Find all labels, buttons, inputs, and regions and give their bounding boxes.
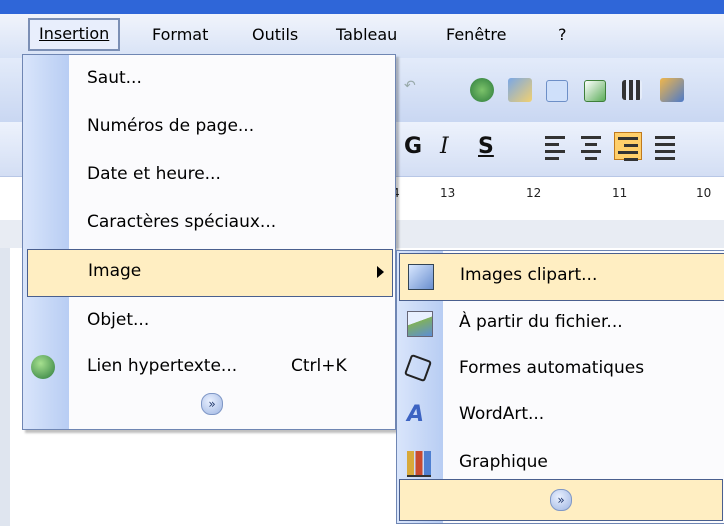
submenu-item-from-file[interactable]: À partir du fichier... [399,301,723,347]
underline-button[interactable]: S [478,134,494,159]
picture-file-icon [407,311,433,337]
chart-icon [407,451,431,477]
align-center-button[interactable] [578,132,604,160]
align-right-button[interactable] [614,132,642,161]
italic-button[interactable]: I [440,134,449,159]
menu-item-lien-hypertexte[interactable]: Lien hypertexte... Ctrl+K [31,345,395,391]
submenu-expand-row[interactable]: » [399,479,723,521]
submenu-arrow-icon [377,266,384,278]
menu-item-date-heure[interactable]: Date et heure... [69,153,395,199]
menu-item-label: Image [88,261,142,281]
menu-item-label: Numéros de page... [87,116,255,136]
shortcut-label: Ctrl+K [291,356,347,376]
align-left-button[interactable] [542,132,568,160]
submenu-item-label: Images clipart... [460,265,598,285]
submenu-item-label: Graphique [459,452,548,472]
menu-item-label: Objet... [87,310,150,330]
table-icon[interactable] [546,80,568,102]
menu-insertion[interactable]: Insertion [28,18,121,51]
menu-item-caracteres-speciaux[interactable]: Caractères spéciaux... [69,201,395,247]
menu-insertion-label: Insertion [39,24,110,43]
expand-submenu-chevron-icon[interactable]: » [550,489,572,511]
vertical-ruler [0,248,10,526]
undo-arrow-icon[interactable]: ↶ [404,78,428,102]
submenu-item-label: WordArt... [459,404,545,424]
submenu-item-wordart[interactable]: A WordArt... [399,393,723,439]
wordart-icon: A [407,402,425,427]
ruler-tick: 11 [612,186,628,200]
menu-fenetre[interactable]: Fenêtre [440,22,513,47]
drawing-icon[interactable] [660,78,684,102]
title-bar [0,0,724,14]
image-submenu: Images clipart... À partir du fichier...… [396,250,724,524]
submenu-item-clipart[interactable]: Images clipart... [399,253,724,301]
menu-item-image[interactable]: Image [27,249,393,297]
hyperlink-globe-icon [31,355,55,379]
menu-item-saut[interactable]: Saut... [69,57,395,103]
menu-item-label: Date et heure... [87,164,221,184]
clipart-icon [408,264,434,290]
expand-menu-chevron-icon[interactable]: » [201,393,223,415]
bold-button[interactable]: G [404,134,422,159]
insertion-menu: Saut... Numéros de page... Date et heure… [22,54,396,430]
hyperlink-icon[interactable] [470,78,494,102]
autoshapes-icon [403,353,433,383]
edit-icon[interactable] [508,78,532,102]
ruler-tick: 10 [696,186,712,200]
excel-icon[interactable] [584,80,606,102]
menu-item-label: Caractères spéciaux... [87,212,277,232]
menu-tableau[interactable]: Tableau [330,22,403,47]
columns-icon[interactable] [622,80,642,100]
menu-item-numeros-page[interactable]: Numéros de page... [69,105,395,151]
justify-button[interactable] [652,132,678,160]
menu-format[interactable]: Format [146,22,214,47]
submenu-item-label: Formes automatiques [459,358,645,378]
submenu-item-autoshapes[interactable]: Formes automatiques [399,347,723,393]
ruler-tick: 13 [440,186,456,200]
submenu-item-label: À partir du fichier... [459,312,623,332]
menu-item-label: Saut... [87,68,142,88]
ruler-tick: 12 [526,186,542,200]
menu-item-objet[interactable]: Objet... [69,299,395,345]
menu-outils[interactable]: Outils [246,22,304,47]
menu-help[interactable]: ? [552,22,573,47]
menu-item-label: Lien hypertexte... [87,356,238,376]
